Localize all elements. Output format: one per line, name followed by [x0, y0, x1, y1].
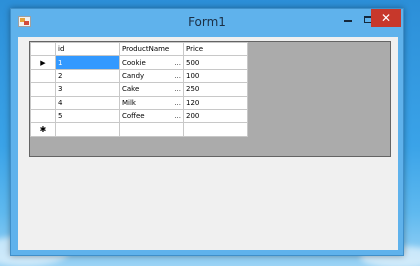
close-button[interactable]: ✕	[371, 9, 401, 27]
form-client-area: id ProductName Price ▶ 1 Cookie... 500 2…	[18, 37, 398, 250]
data-grid-view[interactable]: id ProductName Price ▶ 1 Cookie... 500 2…	[29, 41, 391, 157]
table-row: 2 Candy... 100	[30, 68, 248, 84]
cell-text: Cookie	[122, 58, 146, 67]
cell-id[interactable]: 5	[55, 108, 120, 124]
cell-id[interactable]: 2	[55, 68, 120, 84]
cell-price[interactable]: 250	[183, 82, 248, 97]
cell-text: Milk	[122, 98, 136, 107]
column-header-price[interactable]: Price	[183, 41, 248, 57]
row-header[interactable]: ▶	[30, 55, 56, 70]
table-row: ▶ 1 Cookie... 500	[30, 55, 248, 70]
grid-table: id ProductName Price ▶ 1 Cookie... 500 2…	[30, 41, 248, 137]
row-header[interactable]: ✱	[30, 122, 56, 137]
cell-productname[interactable]: Coffee...	[119, 108, 184, 124]
top-left-header-cell[interactable]	[30, 41, 56, 57]
cell-price[interactable]: 500	[183, 55, 248, 70]
truncation-ellipsis: ...	[174, 98, 181, 107]
table-row: 5 Coffee... 200	[30, 108, 248, 124]
row-header[interactable]	[30, 68, 56, 84]
cell-price[interactable]: 120	[183, 95, 248, 110]
cell-productname[interactable]: Cookie...	[119, 55, 184, 70]
new-row-icon: ✱	[39, 125, 47, 135]
cell-price[interactable]	[183, 122, 248, 137]
cell-productname[interactable]	[119, 122, 184, 137]
cell-id[interactable]: 1	[55, 55, 120, 70]
cell-productname[interactable]: Cake...	[119, 82, 184, 97]
title-bar[interactable]: Form1 ✕	[11, 9, 403, 37]
cell-text: Candy	[122, 71, 145, 80]
cell-text: Coffee	[122, 112, 145, 121]
cell-id[interactable]	[55, 122, 120, 137]
cell-price[interactable]: 200	[183, 108, 248, 124]
column-header-id[interactable]: id	[55, 41, 120, 57]
truncation-ellipsis: ...	[174, 58, 181, 67]
close-icon: ✕	[380, 11, 392, 25]
minimize-icon	[344, 20, 352, 22]
header-row: id ProductName Price	[30, 41, 248, 57]
current-row-icon: ▶	[40, 58, 46, 67]
truncation-ellipsis: ...	[174, 85, 181, 94]
table-row: 3 Cake... 250	[30, 82, 248, 97]
cell-text: Cake	[122, 85, 140, 94]
form-window: Form1 ✕ id ProductName Price ▶ 1 Cookie.…	[10, 8, 404, 256]
cell-id[interactable]: 4	[55, 95, 120, 110]
row-header[interactable]	[30, 82, 56, 97]
row-header[interactable]	[30, 95, 56, 110]
cell-productname[interactable]: Candy...	[119, 68, 184, 84]
table-row: 4 Milk... 120	[30, 95, 248, 110]
cell-productname[interactable]: Milk...	[119, 95, 184, 110]
column-header-productname[interactable]: ProductName	[119, 41, 184, 57]
row-header[interactable]	[30, 108, 56, 124]
truncation-ellipsis: ...	[174, 112, 181, 121]
cell-price[interactable]: 100	[183, 68, 248, 84]
truncation-ellipsis: ...	[174, 71, 181, 80]
cell-id[interactable]: 3	[55, 82, 120, 97]
new-row: ✱	[30, 122, 248, 137]
